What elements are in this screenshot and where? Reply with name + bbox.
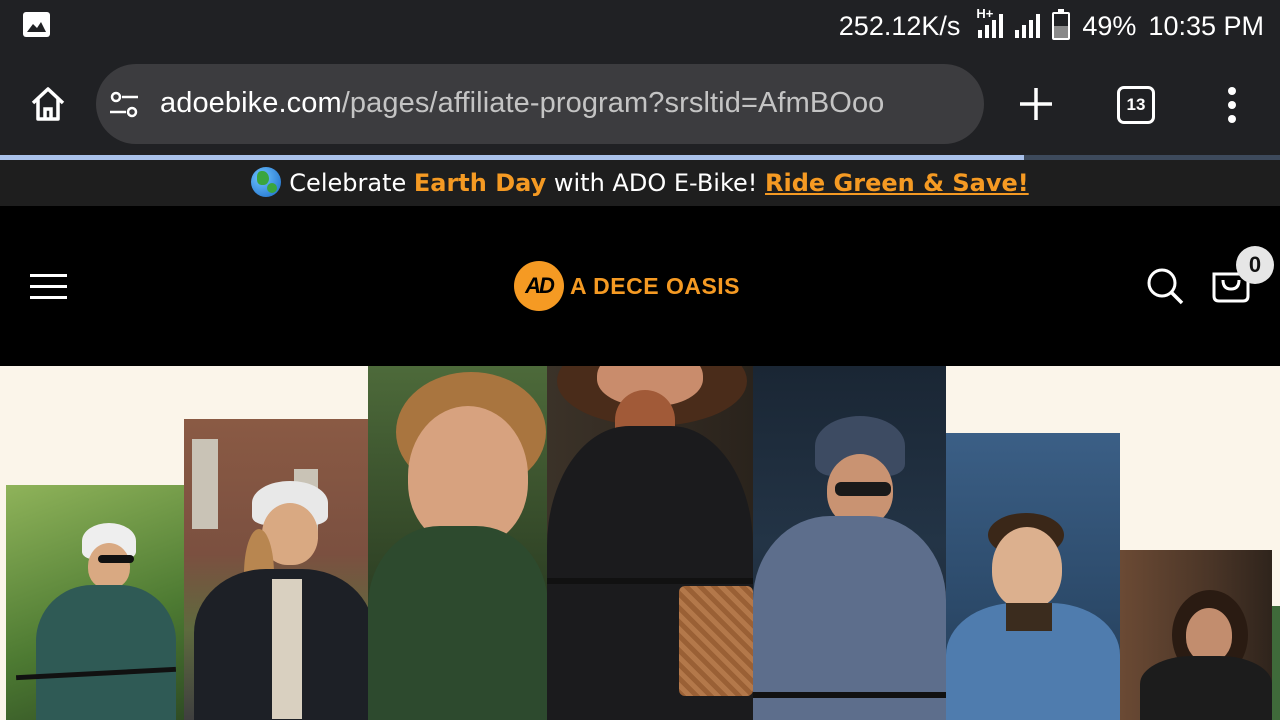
announce-highlight: Earth Day (413, 169, 547, 197)
ride-green-link[interactable]: Ride Green & Save! (765, 169, 1029, 197)
status-bar: 252.12K/s H+ 49% 10:35 PM (0, 0, 1280, 52)
site-header: AD A DECE OASIS 0 (0, 206, 1280, 366)
menu-icon[interactable] (30, 274, 67, 299)
gallery-icon (23, 12, 50, 37)
hero-photo-7 (1120, 550, 1272, 720)
hero-photo-5 (753, 366, 946, 720)
signal-icon-2 (1015, 14, 1041, 38)
hero-banner (0, 366, 1280, 720)
search-icon[interactable] (1145, 266, 1185, 306)
url-text[interactable]: adoebike.com/pages/affiliate-program?srs… (160, 87, 972, 120)
url-domain: adoebike.com (160, 87, 342, 119)
hero-photo-6 (946, 433, 1120, 720)
home-icon[interactable] (28, 84, 68, 124)
announce-prefix: Celebrate (289, 169, 414, 197)
announcement-bar: Celebrate Earth Day with ADO E-Bike! Rid… (0, 160, 1280, 206)
network-type: H+ (976, 6, 994, 21)
clock: 10:35 PM (1148, 10, 1264, 41)
hero-photo-4 (547, 366, 753, 720)
hero-photo-3 (368, 366, 548, 720)
network-speed: 252.12K/s (838, 10, 961, 41)
hero-photo-2 (184, 419, 370, 720)
cart-count-badge: 0 (1236, 246, 1274, 284)
logo-text: A DECE OASIS (570, 272, 741, 299)
more-vert-icon[interactable] (1220, 86, 1244, 124)
logo-mark: AD (514, 261, 564, 311)
hero-photo-1 (6, 485, 184, 720)
battery-percent: 49% (1082, 10, 1137, 41)
battery-icon (1052, 9, 1071, 40)
announce-middle: with ADO E-Bike! (546, 169, 766, 197)
hero-photo-8 (1272, 606, 1280, 720)
new-tab-icon[interactable] (1018, 86, 1054, 122)
signal-icon: H+ (976, 6, 1004, 38)
browser-toolbar: adoebike.com/pages/affiliate-program?srs… (0, 52, 1280, 158)
tab-switcher-icon[interactable]: 13 (1117, 86, 1155, 124)
globe-icon (251, 167, 282, 197)
url-path: /pages/affiliate-program?srsltid=AfmBOoo (341, 87, 885, 119)
page-info-icon[interactable] (108, 90, 140, 120)
site-logo[interactable]: AD A DECE OASIS (514, 261, 740, 311)
